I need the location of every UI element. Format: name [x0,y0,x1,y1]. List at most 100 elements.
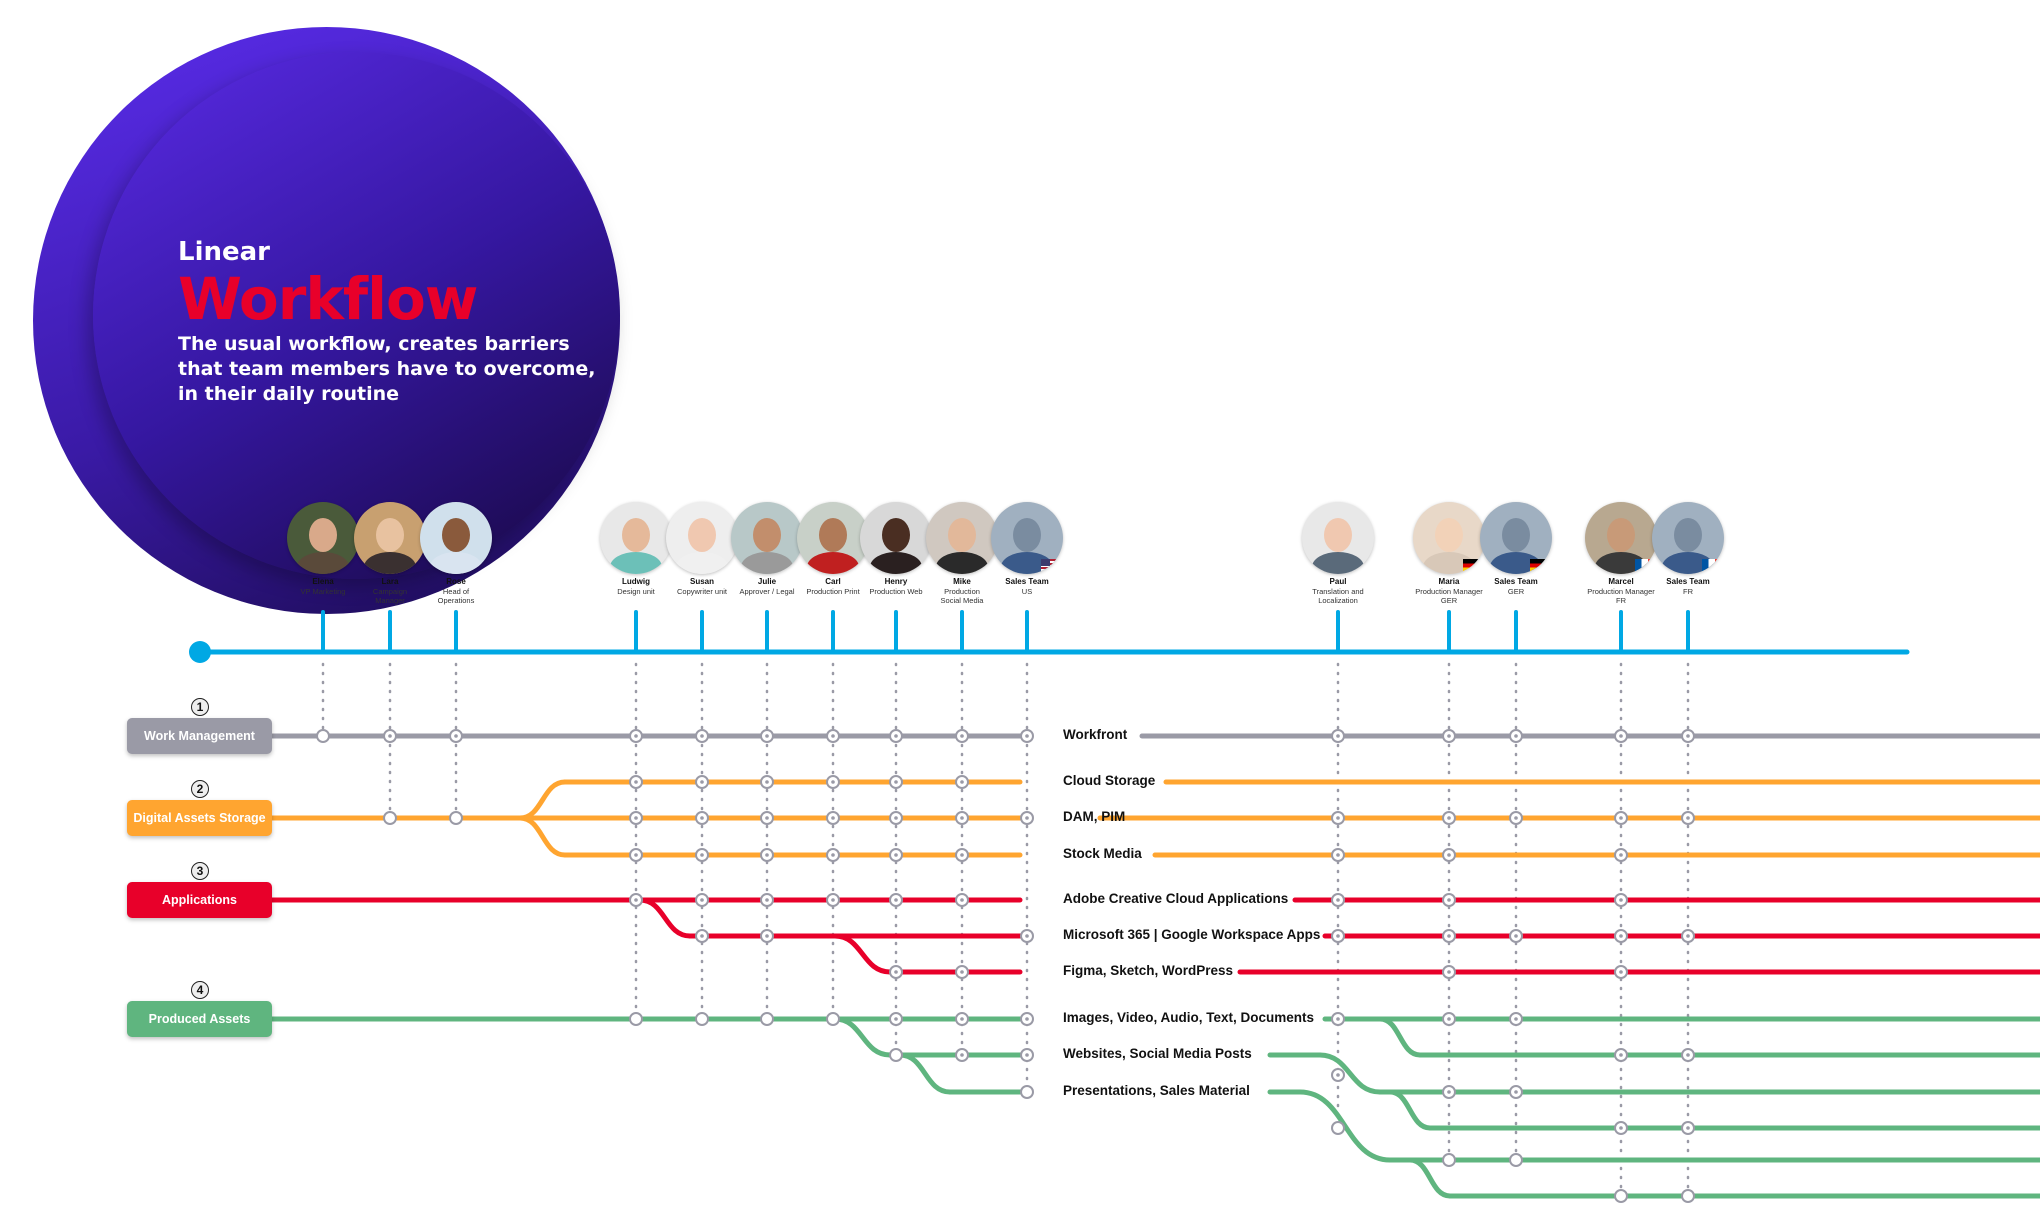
connection-node-dot [1025,1053,1029,1057]
connection-node-dot [1447,1017,1451,1021]
connection-node-dot [960,816,964,820]
connection-node-dot [1514,934,1518,938]
connection-node-dot [1514,734,1518,738]
avatar [1652,502,1724,574]
connection-node-dot [831,816,835,820]
avatar-body [1312,552,1364,574]
member-name: Sales Team [1666,577,1710,586]
category-produced-assets: Produced Assets [127,1001,272,1037]
connection-node-dot [1447,853,1451,857]
connection-node-dot [1025,734,1029,738]
connection-node-dot [960,1053,964,1057]
connection-node-dot [894,898,898,902]
workflow-diagram: Linear Workflow The usual workflow, crea… [0,0,2040,1224]
avatar [1302,502,1374,574]
connection-node [889,1048,903,1062]
branch-r3 [1387,1089,1433,1131]
member-role: Translation and Localization [1312,587,1364,605]
tool-label: Adobe Creative Cloud Applications [1063,891,1289,906]
connection-node-dot [1025,816,1029,820]
member-role: FR [1683,587,1693,596]
connection-node-dot [634,734,638,738]
connection-node-dot [765,934,769,938]
connection-node-dot [960,1017,964,1021]
connection-node [1509,1153,1523,1167]
connection-node-dot [1686,734,1690,738]
connection-node-dot [1619,898,1623,902]
connection-node-dot [1686,934,1690,938]
connection-node-dot [700,898,704,902]
connection-node-dot [1619,734,1623,738]
connection-node-dot [1447,734,1451,738]
connection-node-dot [634,853,638,857]
team-member: Paul Translation and Localization [1278,502,1398,605]
member-role: US [1021,587,1033,596]
member-name: Sales Team [1494,577,1538,586]
connection-node-dot [894,970,898,974]
connection-node-dot [700,934,704,938]
workflow-lines [189,610,2040,1203]
tool-label: Presentations, Sales Material [1063,1083,1250,1098]
connection-node-dot [960,853,964,857]
member-role: GER [1507,587,1525,596]
connection-node-dot [1336,853,1340,857]
timeline-start-dot [189,641,211,663]
branch-ms [637,897,693,939]
branch-figma [832,933,893,975]
connection-node [1681,1189,1695,1203]
connection-node-dot [700,853,704,857]
tool-label: Cloud Storage [1063,773,1156,788]
connection-node-dot [831,898,835,902]
connection-node-dot [1514,816,1518,820]
connection-node-dot [1686,816,1690,820]
connection-node [629,1012,643,1026]
connection-node-dot [1619,970,1623,974]
connection-node-dot [960,970,964,974]
avatar-face [1324,518,1352,552]
connection-node-dot [960,780,964,784]
connection-node [760,1012,774,1026]
tool-label: Stock Media [1063,846,1142,861]
branch-r2 [1317,1052,1383,1095]
team-member: Sales Team GER [1456,502,1576,596]
connection-node-dot [1514,1017,1518,1021]
connection-node-dot [765,853,769,857]
connection-node-dot [831,780,835,784]
connection-node-dot [1336,1073,1340,1077]
connection-node-dot [831,734,835,738]
category-digital-assets-storage: Digital Assets Storage [127,800,272,836]
team-member: Sales Team US [967,502,1087,596]
connection-node-dot [1336,816,1340,820]
avatar-body [430,552,482,574]
connection-node-dot [1025,1017,1029,1021]
france-flag-icon [1702,559,1722,572]
connection-node-dot [700,734,704,738]
category-applications: Applications [127,882,272,918]
member-name: Sales Team [1005,577,1049,586]
connection-node [695,1012,709,1026]
connection-node [316,729,330,743]
connection-node-dot [1447,934,1451,938]
branch-r4 [1297,1089,1393,1163]
connection-node [1614,1189,1628,1203]
tool-label: Workfront [1063,727,1128,742]
avatar [420,502,492,574]
category-work-management: Work Management [127,718,272,754]
connection-node-dot [1447,1090,1451,1094]
connection-node-dot [765,898,769,902]
connection-node-dot [1619,1126,1623,1130]
connection-node-dot [1447,816,1451,820]
step-number-badge: 2 [191,780,209,798]
connection-node [449,811,463,825]
tool-label: Figma, Sketch, WordPress [1063,963,1234,978]
team-member: Sales Team FR [1628,502,1748,596]
step-number-badge: 3 [191,862,209,880]
connection-node-dot [1686,1053,1690,1057]
connection-node-dot [1686,1126,1690,1130]
connection-node-dot [1025,934,1029,938]
member-name: Paul [1329,577,1347,586]
avatar-face [1502,518,1530,552]
branch-cloud [517,779,568,821]
branch-r1 [1377,1016,1423,1058]
connection-node-dot [960,734,964,738]
